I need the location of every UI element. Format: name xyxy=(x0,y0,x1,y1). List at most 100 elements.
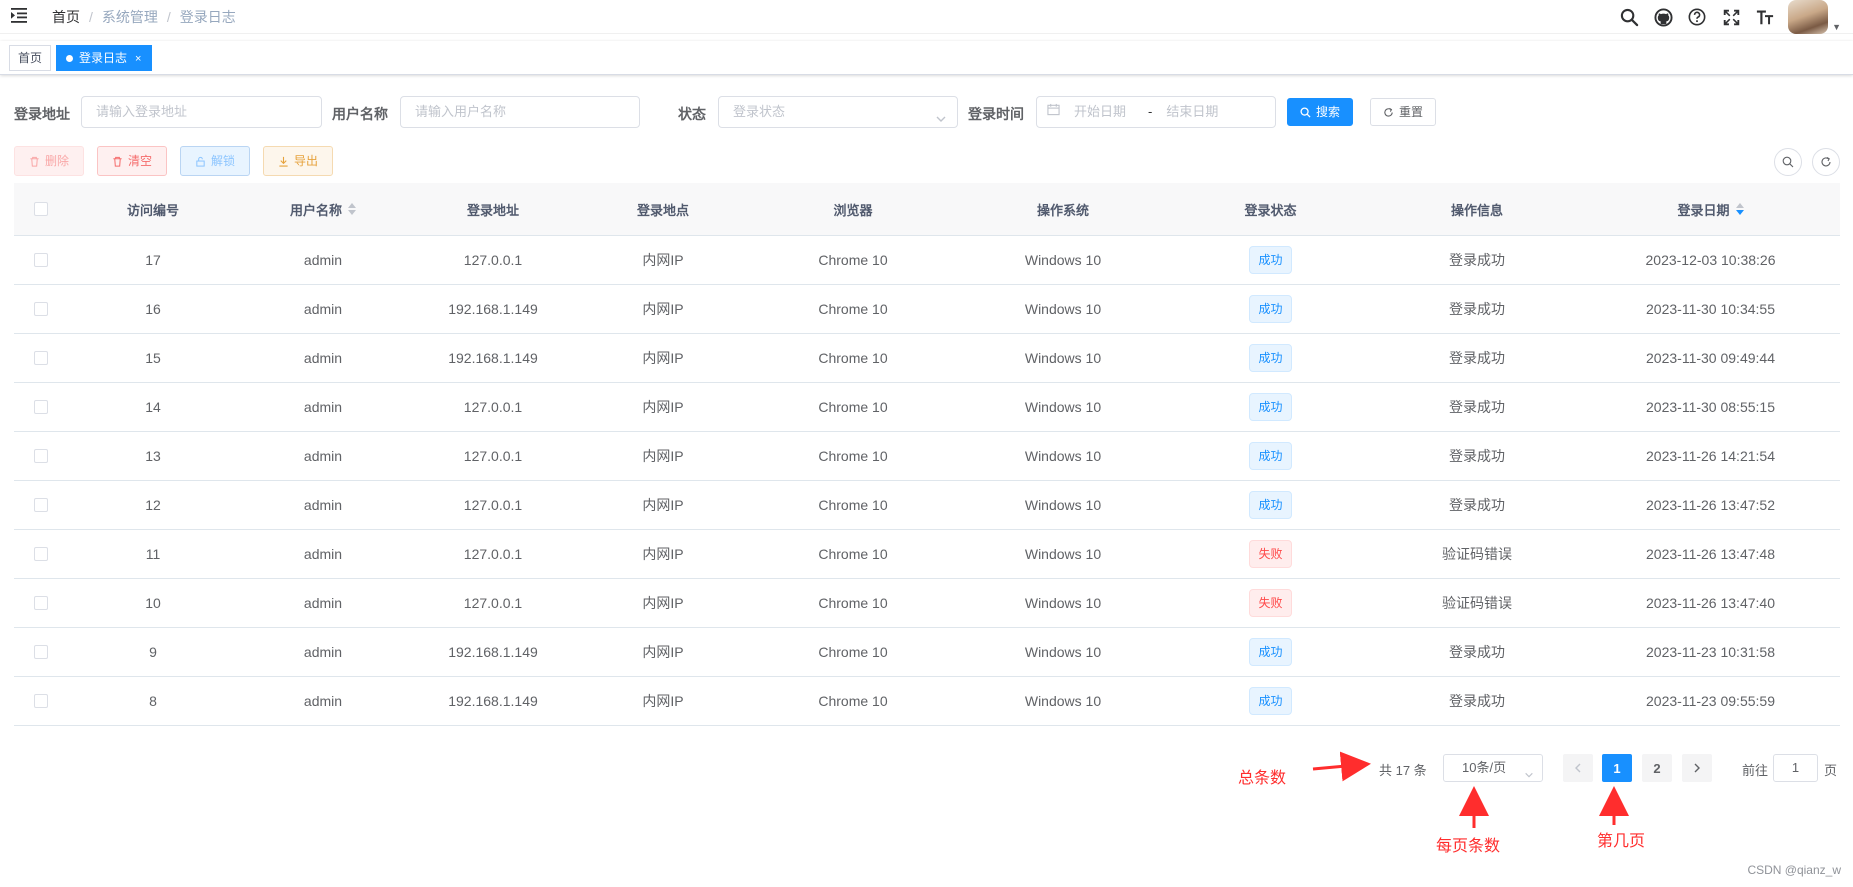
table-row[interactable]: 12 admin 127.0.0.1 内网IP Chrome 10 Windows 10 成… xyxy=(14,481,1840,530)
header-username[interactable]: 用户名称 xyxy=(238,200,408,219)
delete-button[interactable]: 删除 xyxy=(14,146,85,176)
cell-status: 失败 xyxy=(1168,540,1373,568)
unlock-button[interactable]: 解锁 xyxy=(180,146,251,176)
export-button-label: 导出 xyxy=(294,154,319,168)
hamburger-icon[interactable] xyxy=(10,6,28,24)
row-checkbox[interactable] xyxy=(34,547,48,561)
cell-ipaddr: 127.0.0.1 xyxy=(463,497,523,513)
clear-button[interactable]: 清空 xyxy=(97,146,168,176)
chevron-down-icon xyxy=(1524,763,1534,789)
cell-id: 11 xyxy=(145,546,161,562)
table-row[interactable]: 16 admin 192.168.1.149 内网IP Chrome 10 Windows… xyxy=(14,285,1840,334)
row-select-cell xyxy=(14,694,68,708)
header-status: 登录状态 xyxy=(1244,202,1297,218)
cell-message: 登录成功 xyxy=(1449,252,1505,268)
row-checkbox[interactable] xyxy=(34,694,48,708)
table-row[interactable]: 14 admin 127.0.0.1 内网IP Chrome 10 Windows 10 成… xyxy=(14,383,1840,432)
jump-page-input[interactable]: 1 xyxy=(1773,754,1818,782)
jump-suffix: 页 xyxy=(1824,763,1838,778)
cell-username: admin xyxy=(303,595,343,611)
table-row[interactable]: 11 admin 127.0.0.1 内网IP Chrome 10 Windows 10 失… xyxy=(14,530,1840,579)
refresh-button[interactable] xyxy=(1812,148,1840,176)
end-date-placeholder[interactable]: 结束日期 xyxy=(1166,97,1218,127)
question-icon[interactable] xyxy=(1680,0,1714,34)
search-button[interactable]: 搜索 xyxy=(1287,98,1354,126)
row-select-cell xyxy=(14,449,68,463)
header-login-date[interactable]: 登录日期 xyxy=(1581,200,1840,219)
cell-browser: Chrome 10 xyxy=(818,399,888,415)
trash-icon xyxy=(30,156,39,167)
cell-os: Windows 10 xyxy=(1024,644,1102,660)
annotation-page-size: 每页条数 xyxy=(1436,838,1501,855)
page-size-select[interactable]: 10条/页 xyxy=(1443,754,1543,782)
cell-browser: Chrome 10 xyxy=(818,546,888,562)
font-size-icon[interactable] xyxy=(1748,0,1782,34)
row-checkbox[interactable] xyxy=(34,449,48,463)
github-icon[interactable] xyxy=(1646,0,1680,34)
breadcrumb-separator: / xyxy=(166,9,171,25)
chevron-down-icon xyxy=(935,106,947,136)
cell-username: admin xyxy=(303,301,343,317)
row-checkbox[interactable] xyxy=(34,400,48,414)
status-badge: 成功 xyxy=(1249,246,1292,274)
cell-id: 17 xyxy=(145,252,161,268)
cell-os: Windows 10 xyxy=(1024,350,1102,366)
table-row[interactable]: 10 admin 127.0.0.1 内网IP Chrome 10 Windows 10 失… xyxy=(14,579,1840,628)
cell-id: 10 xyxy=(145,595,161,611)
status-badge: 成功 xyxy=(1249,393,1292,421)
cell-status: 成功 xyxy=(1168,295,1373,323)
user-avatar-dropdown[interactable]: ▼ xyxy=(1788,0,1841,34)
select-all-checkbox[interactable] xyxy=(34,202,48,216)
label-status: 状态 xyxy=(678,106,706,122)
clear-button-label: 清空 xyxy=(128,154,153,168)
fullscreen-icon[interactable] xyxy=(1714,0,1748,34)
tag-login-log[interactable]: 登录日志 × xyxy=(56,45,153,71)
table-row[interactable]: 13 admin 127.0.0.1 内网IP Chrome 10 Windows 10 成… xyxy=(14,432,1840,481)
table-row[interactable]: 17 admin 127.0.0.1 内网IP Chrome 10 Windows 10 成… xyxy=(14,236,1840,285)
status-select[interactable]: 登录状态 xyxy=(718,96,958,128)
sort-icon[interactable] xyxy=(348,203,356,215)
cell-browser: Chrome 10 xyxy=(818,693,888,709)
cell-os: Windows 10 xyxy=(1024,497,1102,513)
reset-button[interactable]: 重置 xyxy=(1370,98,1437,126)
cell-ipaddr: 192.168.1.149 xyxy=(448,301,538,317)
row-checkbox[interactable] xyxy=(34,645,48,659)
label-login-time: 登录时间 xyxy=(968,106,1024,122)
sort-desc-icon[interactable] xyxy=(1735,203,1744,215)
toggle-search-button[interactable] xyxy=(1774,148,1802,176)
row-select-cell xyxy=(14,302,68,316)
cell-login-date: 2023-11-26 13:47:52 xyxy=(1646,497,1775,513)
cell-ipaddr: 127.0.0.1 xyxy=(463,595,523,611)
ipaddr-input[interactable]: 请输入登录地址 xyxy=(81,96,322,128)
cell-ipaddr: 192.168.1.149 xyxy=(448,350,538,366)
username-input[interactable]: 请输入用户名称 xyxy=(400,96,640,128)
page-2-button[interactable]: 2 xyxy=(1642,754,1672,782)
export-button[interactable]: 导出 xyxy=(263,146,334,176)
table-row[interactable]: 9 admin 192.168.1.149 内网IP Chrome 10 Windows … xyxy=(14,628,1840,677)
date-range-picker[interactable]: 开始日期 - 结束日期 xyxy=(1036,96,1276,128)
row-checkbox[interactable] xyxy=(34,498,48,512)
cell-location: 内网IP xyxy=(642,693,684,709)
status-badge: 失败 xyxy=(1249,589,1292,617)
cell-location: 内网IP xyxy=(642,595,684,611)
cell-id: 8 xyxy=(149,693,157,709)
row-checkbox[interactable] xyxy=(34,596,48,610)
row-checkbox[interactable] xyxy=(34,302,48,316)
row-checkbox[interactable] xyxy=(34,351,48,365)
cell-id: 12 xyxy=(145,497,161,513)
right-menu: ▼ xyxy=(1612,0,1853,34)
page-1-button[interactable]: 1 xyxy=(1602,754,1632,782)
breadcrumb-home[interactable]: 首页 xyxy=(52,7,80,27)
row-checkbox[interactable] xyxy=(34,253,48,267)
next-page-button[interactable] xyxy=(1682,754,1712,782)
cell-login-date: 2023-11-23 10:31:58 xyxy=(1646,644,1775,660)
prev-page-button[interactable] xyxy=(1563,754,1593,782)
tag-home[interactable]: 首页 xyxy=(9,45,52,71)
search-icon[interactable] xyxy=(1612,0,1646,34)
table-row[interactable]: 8 admin 192.168.1.149 内网IP Chrome 10 Windows … xyxy=(14,677,1840,726)
table-row[interactable]: 15 admin 192.168.1.149 内网IP Chrome 10 Windows… xyxy=(14,334,1840,383)
start-date-placeholder[interactable]: 开始日期 xyxy=(1074,97,1126,127)
close-icon[interactable]: × xyxy=(135,53,141,65)
cell-login-date: 2023-12-03 10:38:26 xyxy=(1645,252,1776,268)
row-select-cell xyxy=(14,400,68,414)
